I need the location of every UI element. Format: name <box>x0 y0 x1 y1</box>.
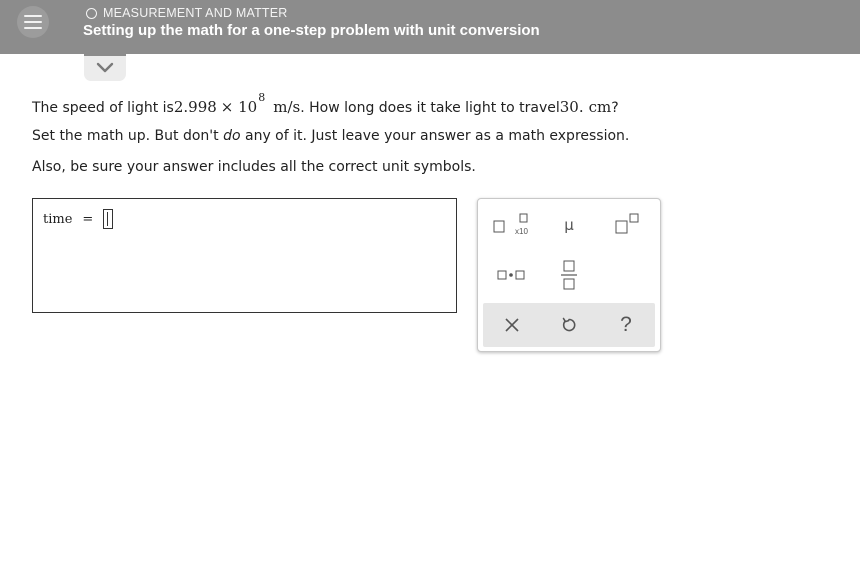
superscript-icon <box>615 213 639 234</box>
distance-unit: cm <box>588 98 612 116</box>
times-ten: × 10 <box>220 98 258 116</box>
superscript-button[interactable] <box>603 205 653 245</box>
topic-label: MEASUREMENT AND MATTER <box>103 6 288 20</box>
chevron-down-icon <box>96 62 114 72</box>
page-title: Setting up the math for a one-step probl… <box>83 22 540 39</box>
problem-statement: The speed of light is 2.998 × 10 8 m/s .… <box>32 88 619 116</box>
question-mark-icon: ? <box>620 313 632 336</box>
answer-expression: time = <box>43 209 114 229</box>
x10-label: x10 <box>515 227 528 236</box>
answer-slot-cursor[interactable] <box>103 209 114 229</box>
undo-button[interactable] <box>544 305 594 345</box>
top-header: MEASUREMENT AND MATTER Setting up the ma… <box>0 0 860 54</box>
mu-symbol: μ <box>564 216 574 234</box>
hamburger-icon-bar <box>24 15 42 17</box>
answer-input-area[interactable]: time = <box>32 198 457 313</box>
answer-variable: time <box>43 211 73 227</box>
menu-button[interactable] <box>17 6 49 38</box>
topic-progress-icon <box>86 7 97 19</box>
speed-exponent: 8 <box>258 91 266 104</box>
hamburger-icon-bar <box>24 21 42 23</box>
clear-button[interactable] <box>487 305 537 345</box>
instruction-emphasis: do <box>223 128 241 144</box>
speed-mantissa: 2.998 <box>173 98 217 116</box>
fraction-button[interactable] <box>544 255 594 295</box>
multiply-dot-icon <box>497 270 525 280</box>
problem-text: The speed of light is <box>32 100 174 116</box>
micro-prefix-button[interactable]: μ <box>544 205 594 245</box>
problem-text: . How long does it take light to travel <box>300 100 560 116</box>
distance-value: 30. <box>559 98 584 116</box>
units-reminder: Also, be sure your answer includes all t… <box>32 159 476 175</box>
hamburger-icon-bar <box>24 27 42 29</box>
speed-unit: m/s <box>273 98 301 116</box>
multiply-dot-button[interactable] <box>486 255 536 295</box>
instruction-text: any of it. Just leave your answer as a m… <box>240 128 630 144</box>
instruction-text: Set the math up. But don't <box>32 128 224 144</box>
collapse-header-button[interactable] <box>84 54 126 81</box>
problem-text: ? <box>611 100 619 116</box>
math-keypad: x10 μ ? <box>477 198 661 352</box>
topic-line: MEASUREMENT AND MATTER <box>86 5 288 21</box>
fraction-icon <box>561 260 577 290</box>
close-icon <box>505 318 519 332</box>
equals-sign: = <box>82 211 94 227</box>
instruction-line: Set the math up. But don't do any of it.… <box>32 128 629 144</box>
help-button[interactable]: ? <box>601 305 651 345</box>
scientific-notation-button[interactable]: x10 <box>486 205 536 245</box>
undo-icon <box>562 317 576 332</box>
